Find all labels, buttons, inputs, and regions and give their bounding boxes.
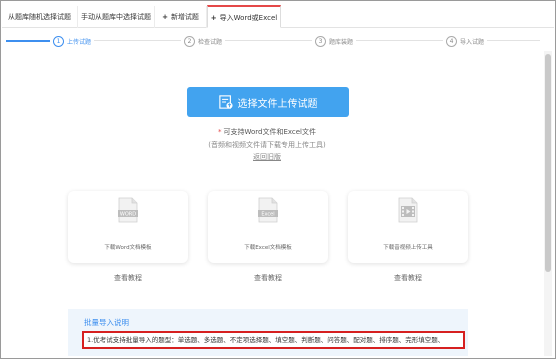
excel-document-icon: Excel [258,197,278,223]
step-line-done [6,40,54,42]
media-hint-text: (音频和视频文件请下载专用上传工具) [208,141,326,149]
main-content: 选择文件上传试题 * 可支持Word文件和Excel文件 (音频和视频文件请下载专… [6,51,528,356]
highlighted-notice-line: 1.优考试支持批量导入的题型：单选题、多选题、不定项选择题、填空题、判断题、问答… [82,331,465,349]
batch-import-notice: 批量导入说明 1.优考试支持批量导入的题型：单选题、多选题、不定项选择题、填空题… [68,309,468,356]
tab-label: 导入Word或Excel [219,14,278,22]
word-template-card[interactable]: WORD 下载Word文档模板 [68,191,188,263]
plus-icon: + [210,14,217,22]
plus-icon: + [162,13,168,21]
tab-import-word-excel[interactable]: + 导入Word或Excel [207,5,281,28]
step-1: 1 上传试题 [50,34,95,48]
scrollbar-thumb[interactable] [545,54,551,272]
template-cards: WORD 下载Word文档模板 Excel 下载Excel文档模板 下载音视频上… [68,191,468,311]
step-number: 3 [315,35,326,47]
excel-tutorial-link[interactable]: 查看教程 [208,273,328,283]
step-2: 2 检查试题 [181,34,226,48]
window-frame: 从题库随机选择试题 手动从题库中选择试题 + 新增试题 + 导入Word或Excel… [0,0,556,359]
card-caption: 下载音视频上传工具 [383,245,433,251]
step-number: 4 [446,35,457,47]
tab-bar: 从题库随机选择试题 手动从题库中选择试题 + 新增试题 + 导入Word或Excel [2,5,554,28]
word-tutorial-link[interactable]: 查看教程 [68,273,188,283]
step-label: 导入试题 [460,38,485,46]
step-label: 题库装题 [329,38,354,46]
upload-file-button[interactable]: 选择文件上传试题 [187,87,349,117]
step-number: 1 [53,35,64,47]
svg-text:Excel: Excel [261,212,274,218]
back-to-old-version-link[interactable]: 返回旧版 [6,152,528,162]
upload-button-label: 选择文件上传试题 [237,98,318,110]
upload-file-icon [218,95,233,109]
step-label: 上传试题 [67,38,92,46]
step-label: 检查试题 [198,38,223,46]
support-text: * 可支持Word文件和Excel文件 [217,128,317,136]
excel-template-card[interactable]: Excel 下载Excel文档模板 [208,191,328,263]
tab-label: 手动从题库中选择试题 [81,13,151,21]
step-4: 4 导入试题 [443,34,488,48]
card-caption: 下载Word文档模板 [104,245,152,251]
tab-manual-select[interactable]: 手动从题库中选择试题 [78,6,155,28]
progress-steps: 1 上传试题 2 检查试题 3 题库装题 4 导入试题 [6,34,546,48]
step-3: 3 题库装题 [312,34,357,48]
tab-new-question[interactable]: + 新增试题 [155,6,207,28]
media-tutorial-link[interactable]: 查看教程 [348,273,468,283]
svg-text:WORD: WORD [120,212,136,218]
video-file-icon [398,197,418,223]
media-tool-card[interactable]: 下载音视频上传工具 [348,191,468,263]
step-number: 2 [184,35,195,47]
vertical-scrollbar[interactable] [544,51,552,356]
card-caption: 下载Excel文档模板 [244,245,292,251]
word-document-icon: WORD [118,197,138,223]
tab-label: 从题库随机选择试题 [8,13,71,21]
notice-title: 批量导入说明 [84,318,129,327]
tab-label: 新增试题 [170,13,199,21]
tab-random-select[interactable]: 从题库随机选择试题 [2,6,78,28]
